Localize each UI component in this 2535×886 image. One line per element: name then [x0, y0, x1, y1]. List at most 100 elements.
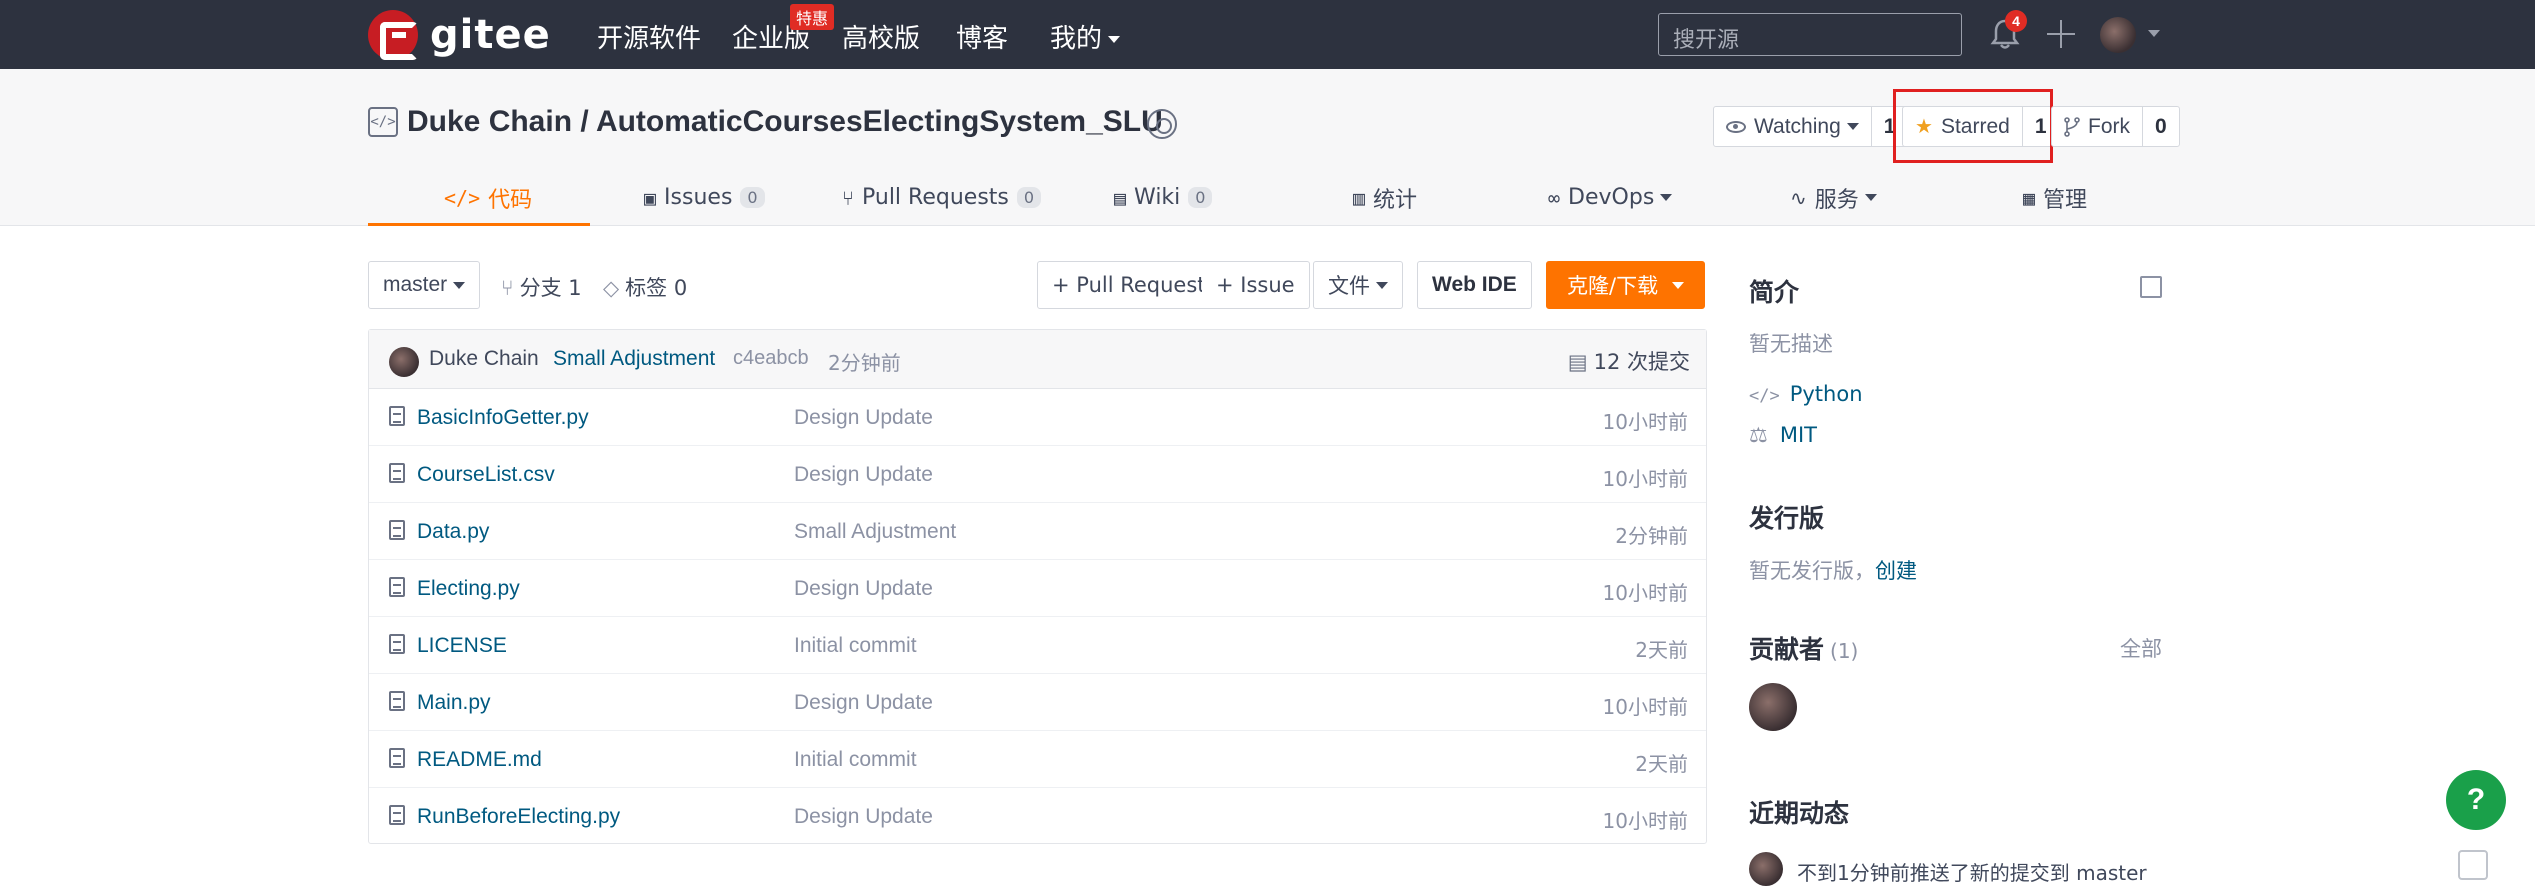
branches-link[interactable]: ⑂ 分支 1	[501, 272, 582, 302]
edit-icon[interactable]	[2140, 276, 2162, 298]
gitee-logo-icon	[368, 10, 418, 60]
file-commit-message[interactable]: Small Adjustment	[794, 520, 956, 544]
commit-hash[interactable]: c4eabcb	[733, 347, 809, 370]
table-row: LICENSE Initial commit 2天前	[369, 617, 1706, 674]
intro-description: 暂无描述	[1749, 332, 1833, 356]
tab-services[interactable]: ∿ 服务	[1790, 169, 1877, 226]
nav-education[interactable]: 高校版	[842, 18, 920, 55]
file-name-link[interactable]: CourseList.csv	[417, 463, 555, 487]
contributors-heading: 贡献者 (1)	[1749, 630, 1858, 666]
activity-text: 不到1分钟前推送了新的提交到 master	[1797, 861, 2147, 885]
file-name-link[interactable]: Electing.py	[417, 577, 520, 601]
file-icon	[389, 748, 405, 768]
tags-label: 标签 0	[625, 276, 688, 300]
commit-message[interactable]: Small Adjustment	[553, 347, 715, 371]
file-name-link[interactable]: Data.py	[417, 520, 489, 544]
file-icon	[389, 406, 405, 426]
help-button[interactable]: ?	[2446, 770, 2506, 830]
fork-button[interactable]: Fork	[2052, 107, 2142, 146]
commit-author[interactable]: Duke Chain	[429, 347, 539, 371]
contributors-all-link[interactable]: 全部	[2120, 633, 2162, 663]
file-commit-time: 10小时前	[1602, 809, 1688, 833]
chevron-down-icon	[1108, 36, 1121, 43]
tag-icon: ◇	[603, 276, 620, 300]
file-name-link[interactable]: Main.py	[417, 691, 491, 715]
language-item[interactable]: </> Python	[1749, 382, 1863, 406]
license-item[interactable]: ⚖ MIT	[1749, 423, 1817, 447]
create-release-link[interactable]: 创建	[1875, 559, 1917, 583]
plus-icon[interactable]	[2047, 20, 2075, 48]
nav-open-source[interactable]: 开源软件	[597, 18, 701, 55]
file-commit-message[interactable]: Design Update	[794, 577, 933, 601]
file-commit-message[interactable]: Initial commit	[794, 748, 917, 772]
commit-author-avatar[interactable]	[389, 347, 419, 377]
file-name-link[interactable]: LICENSE	[417, 634, 507, 658]
tab-issues-label: Issues	[664, 185, 733, 210]
avatar-chevron-down-icon[interactable]	[2148, 30, 2160, 37]
fork-button-group: Fork 0	[2051, 106, 2180, 147]
tab-stats[interactable]: ▥ 统计	[1353, 169, 1417, 226]
branch-select[interactable]: master	[368, 261, 481, 309]
new-issue-button[interactable]: + Issue	[1202, 261, 1310, 309]
infinity-icon: ∞	[1548, 185, 1561, 210]
releases-heading: 发行版	[1749, 504, 1825, 533]
tab-manage-label: 管理	[2043, 187, 2088, 213]
branch-select-label: master	[383, 273, 448, 296]
commit-count-link[interactable]: ▤ 12 次提交	[1568, 346, 1690, 376]
gitee-logo[interactable]: gitee	[368, 10, 551, 60]
file-commit-time: 10小时前	[1602, 410, 1688, 434]
chevron-down-icon	[453, 281, 466, 289]
contributor-avatar[interactable]	[1749, 683, 1797, 731]
file-menu-button[interactable]: 文件	[1313, 261, 1403, 309]
tags-link[interactable]: ◇ 标签 0	[603, 272, 687, 302]
file-commit-message[interactable]: Design Update	[794, 805, 933, 829]
file-name-link[interactable]: RunBeforeElecting.py	[417, 805, 620, 829]
watch-button[interactable]: Watching	[1714, 107, 1871, 146]
contributors-count: (1)	[1830, 639, 1859, 663]
active-tab-underline	[368, 223, 590, 226]
file-icon	[389, 634, 405, 654]
new-pull-request-button[interactable]: + Pull Request	[1037, 261, 1221, 309]
search-input[interactable]: 搜开源	[1658, 13, 1962, 56]
file-commit-message[interactable]: Design Update	[794, 691, 933, 715]
eye-icon	[1726, 120, 1746, 133]
chevron-down-icon	[1660, 194, 1673, 201]
tab-code[interactable]: </> 代码	[444, 169, 532, 226]
file-name-link[interactable]: README.md	[417, 748, 542, 772]
tab-devops[interactable]: ∞ DevOps	[1548, 169, 1673, 226]
share-icon[interactable]	[2458, 850, 2488, 880]
table-row: BasicInfoGetter.py Design Update 10小时前	[369, 389, 1706, 446]
intro-heading: 简介	[1749, 278, 1800, 307]
nav-blog[interactable]: 博客	[956, 18, 1008, 55]
repo-name-link[interactable]: AutomaticCoursesElectingSystem_SLU	[596, 105, 1163, 138]
file-icon	[389, 520, 405, 540]
web-ide-button[interactable]: Web IDE	[1417, 261, 1532, 309]
commit-time: 2分钟前	[828, 351, 901, 375]
branches-label: 分支 1	[519, 276, 582, 300]
file-name-link[interactable]: BasicInfoGetter.py	[417, 406, 589, 430]
file-commit-message[interactable]: Initial commit	[794, 634, 917, 658]
file-commit-time: 10小时前	[1602, 581, 1688, 605]
tab-wiki-label: Wiki	[1134, 185, 1181, 210]
file-commit-message[interactable]: Design Update	[794, 406, 933, 430]
recommend-badge-icon[interactable]	[1147, 109, 1177, 139]
nav-mine[interactable]: 我的	[1050, 18, 1121, 55]
user-avatar[interactable]	[2100, 17, 2136, 53]
file-commit-message[interactable]: Design Update	[794, 463, 933, 487]
brand-name: gitee	[430, 12, 551, 58]
tab-wiki[interactable]: ▤ Wiki 0	[1114, 169, 1213, 226]
clone-download-button[interactable]: 克隆/下载	[1546, 261, 1706, 309]
fork-count[interactable]: 0	[2142, 107, 2179, 146]
chevron-down-icon	[1376, 281, 1388, 289]
repo-owner-link[interactable]: Duke Chain	[407, 105, 572, 138]
tab-issues[interactable]: ▣ Issues 0	[644, 169, 765, 226]
releases-empty-text: 暂无发行版，	[1749, 559, 1875, 583]
activity-avatar[interactable]	[1749, 852, 1783, 886]
tab-manage[interactable]: ▦ 管理	[2023, 169, 2087, 226]
file-icon	[389, 691, 405, 711]
repo-code-icon: </>	[368, 107, 398, 137]
tab-pull-requests[interactable]: ⑂ Pull Requests 0	[842, 169, 1042, 226]
file-icon	[389, 463, 405, 483]
tab-pull-requests-count: 0	[1016, 187, 1042, 208]
tab-pull-requests-label: Pull Requests	[862, 185, 1009, 210]
